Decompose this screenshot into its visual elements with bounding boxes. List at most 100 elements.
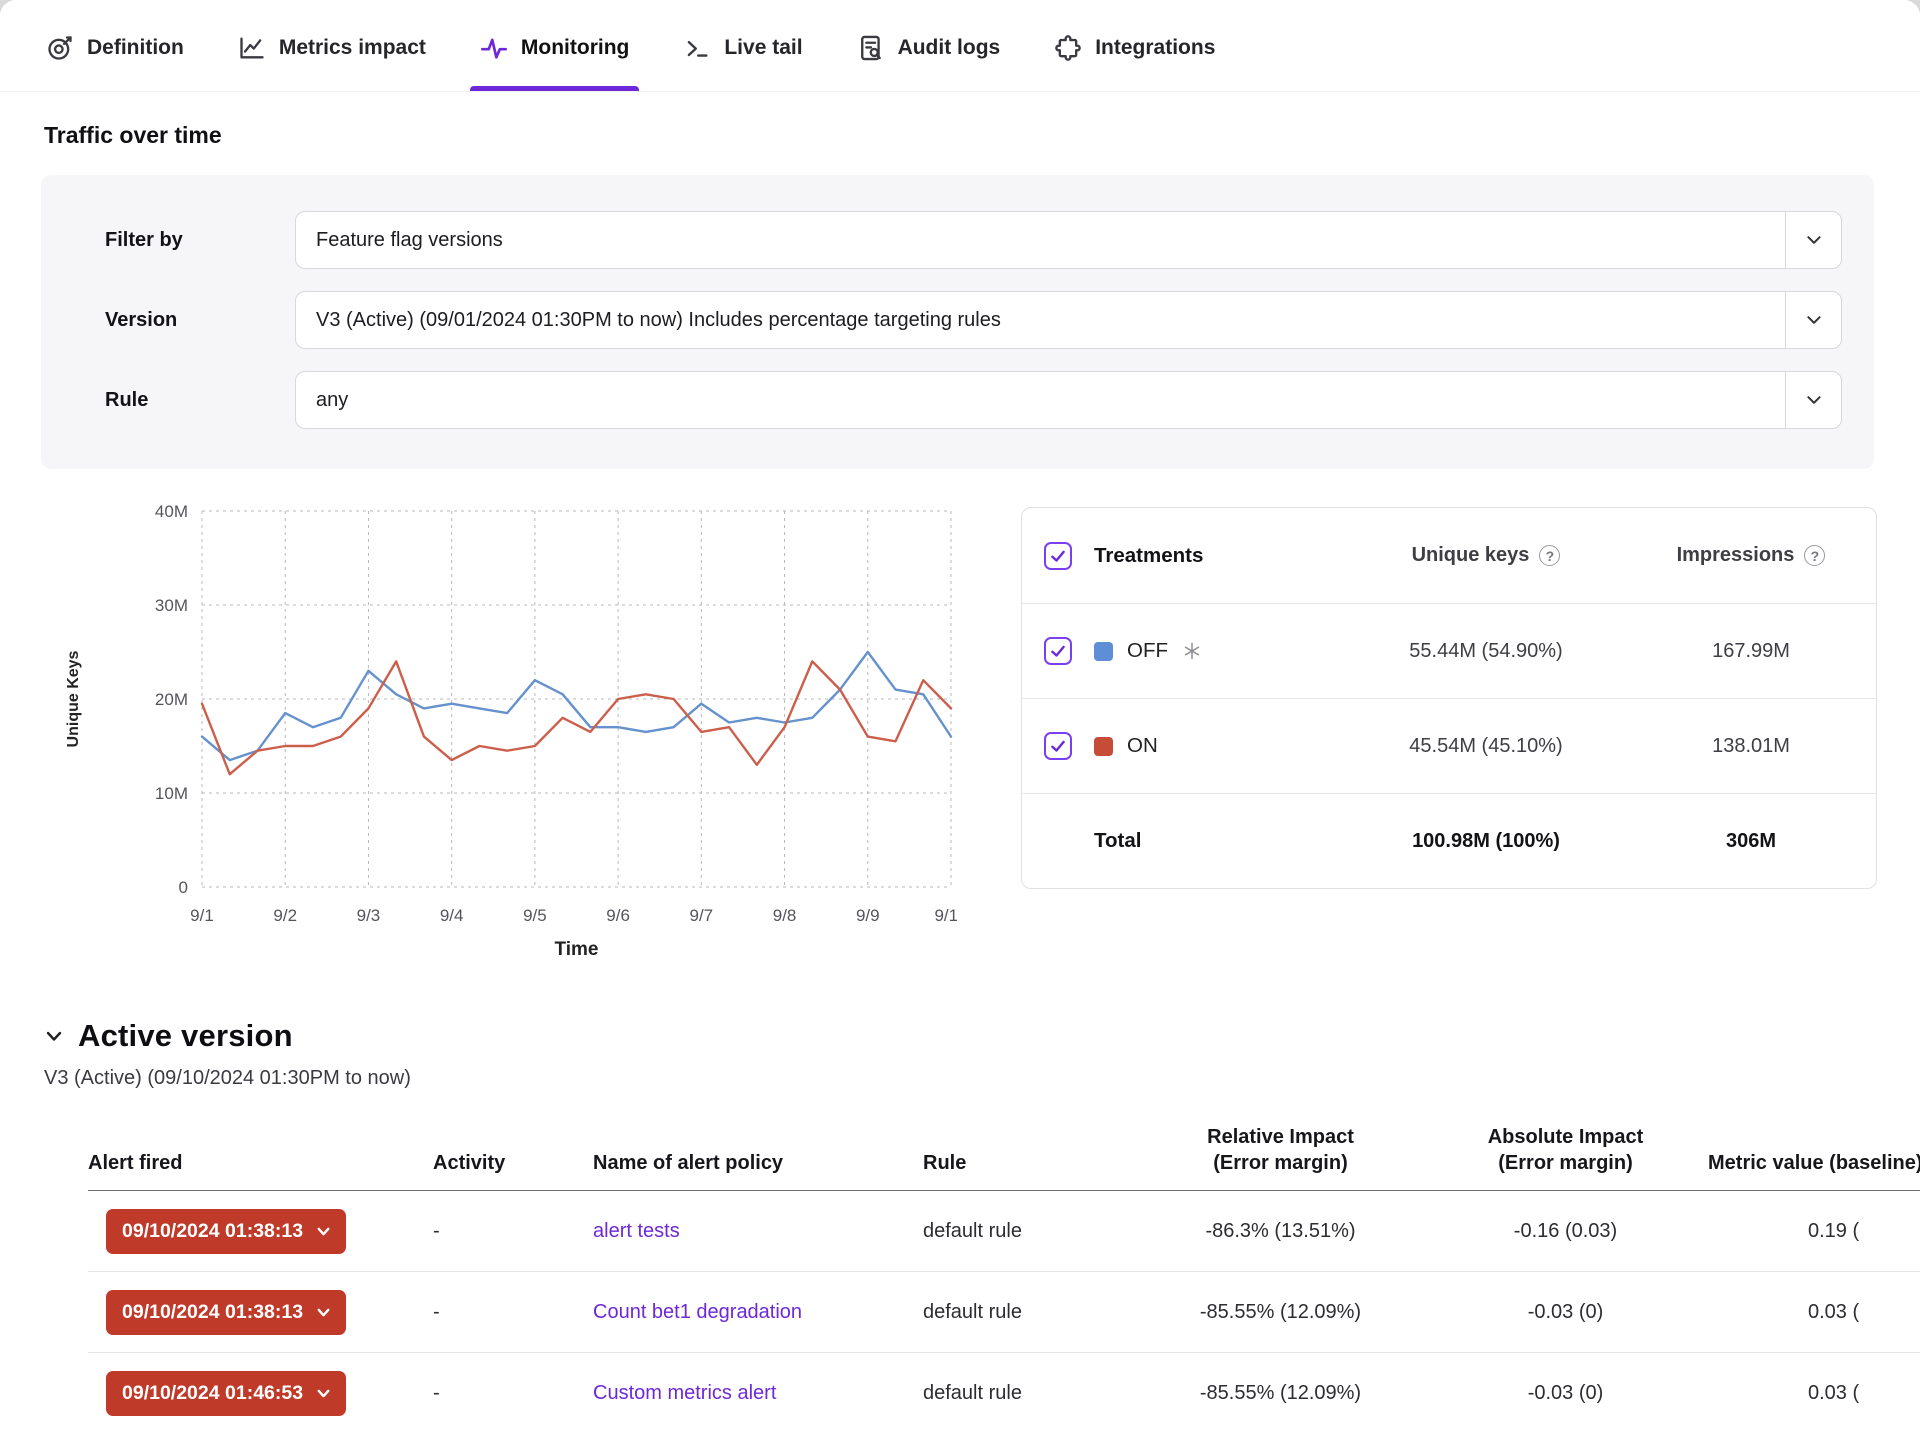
svg-text:9/3: 9/3 bbox=[357, 906, 381, 925]
alert-rule: default rule bbox=[923, 1301, 1138, 1324]
alert-rule: default rule bbox=[923, 1382, 1138, 1405]
unique-keys-header-label: Unique keys bbox=[1412, 544, 1530, 567]
tab-label: Metrics impact bbox=[279, 36, 426, 60]
definition-icon bbox=[46, 34, 74, 62]
rule-select[interactable]: any bbox=[295, 371, 1842, 429]
unique-keys-column-header: Unique keys ? bbox=[1346, 544, 1626, 567]
svg-text:9/8: 9/8 bbox=[773, 906, 797, 925]
tab-audit-logs[interactable]: Audit logs bbox=[857, 0, 1001, 91]
alerts-table: Alert fired Activity Name of alert polic… bbox=[88, 1124, 1920, 1431]
alert-metric-value: 0.19 ( bbox=[1708, 1220, 1920, 1243]
alert-row: 09/10/2024 01:46:53 - Custom metrics ale… bbox=[88, 1353, 1920, 1431]
chevron-down-icon bbox=[1785, 372, 1841, 428]
tab-integrations[interactable]: Integrations bbox=[1054, 0, 1215, 91]
alert-relative-impact: -85.55% (12.09%) bbox=[1138, 1382, 1423, 1405]
alert-activity: - bbox=[433, 1220, 593, 1243]
traffic-section: 9/19/29/39/49/59/69/79/89/99/10010M20M30… bbox=[52, 495, 1920, 970]
alerts-header-row: Alert fired Activity Name of alert polic… bbox=[88, 1124, 1920, 1191]
svg-text:9/1: 9/1 bbox=[190, 906, 214, 925]
monitoring-icon bbox=[480, 34, 508, 62]
chevron-down-icon bbox=[1785, 292, 1841, 348]
tab-metrics-impact[interactable]: Metrics impact bbox=[238, 0, 426, 91]
total-impressions-value: 306M bbox=[1626, 830, 1876, 853]
treatment-row-off: OFF 55.44M (54.90%) 167.99M bbox=[1022, 603, 1876, 698]
version-row: Version V3 (Active) (09/01/2024 01:30PM … bbox=[105, 291, 1842, 349]
filter-by-label: Filter by bbox=[105, 229, 295, 252]
chevron-down-icon bbox=[44, 1026, 64, 1046]
alert-absolute-impact: -0.03 (0) bbox=[1423, 1301, 1708, 1324]
column-header-rule: Rule bbox=[923, 1150, 1138, 1176]
impressions-column-header: Impressions ? bbox=[1626, 544, 1876, 567]
tab-label: Integrations bbox=[1095, 36, 1215, 60]
alert-policy-link[interactable]: alert tests bbox=[593, 1220, 680, 1242]
alert-fired-time: 09/10/2024 01:46:53 bbox=[122, 1382, 303, 1405]
on-series-swatch bbox=[1094, 737, 1113, 756]
chevron-down-icon bbox=[316, 1305, 331, 1320]
on-impressions-value: 138.01M bbox=[1626, 735, 1876, 758]
treatment-on-checkbox[interactable] bbox=[1044, 732, 1072, 760]
column-header-relative-impact: Relative Impact (Error margin) bbox=[1138, 1124, 1423, 1176]
alert-activity: - bbox=[433, 1301, 593, 1324]
alert-absolute-impact: -0.16 (0.03) bbox=[1423, 1220, 1708, 1243]
alert-fired-badge[interactable]: 09/10/2024 01:46:53 bbox=[106, 1371, 346, 1416]
alert-fired-badge[interactable]: 09/10/2024 01:38:13 bbox=[106, 1209, 346, 1254]
treatments-header-row: Treatments Unique keys ? Impressions ? bbox=[1022, 508, 1876, 603]
tab-label: Definition bbox=[87, 36, 184, 60]
svg-text:9/4: 9/4 bbox=[440, 906, 464, 925]
tab-live-tail[interactable]: Live tail bbox=[683, 0, 802, 91]
chevron-down-icon bbox=[1785, 212, 1841, 268]
off-unique-keys-value: 55.44M (54.90%) bbox=[1346, 640, 1626, 663]
version-label: Version bbox=[105, 309, 295, 332]
help-icon[interactable]: ? bbox=[1804, 545, 1825, 566]
filter-by-value: Feature flag versions bbox=[296, 229, 1785, 252]
version-select[interactable]: V3 (Active) (09/01/2024 01:30PM to now) … bbox=[295, 291, 1842, 349]
chevron-down-icon bbox=[316, 1224, 331, 1239]
alert-relative-impact: -85.55% (12.09%) bbox=[1138, 1301, 1423, 1324]
tab-label: Audit logs bbox=[898, 36, 1001, 60]
treatments-total-row: Total 100.98M (100%) 306M bbox=[1022, 793, 1876, 888]
svg-text:9/2: 9/2 bbox=[273, 906, 297, 925]
svg-text:9/6: 9/6 bbox=[606, 906, 630, 925]
on-unique-keys-value: 45.54M (45.10%) bbox=[1346, 735, 1626, 758]
audit-logs-icon bbox=[857, 34, 885, 62]
column-header-activity: Activity bbox=[433, 1150, 593, 1176]
filter-by-row: Filter by Feature flag versions bbox=[105, 211, 1842, 269]
svg-text:20M: 20M bbox=[155, 690, 188, 709]
version-value: V3 (Active) (09/01/2024 01:30PM to now) … bbox=[296, 309, 1785, 332]
alert-policy-link[interactable]: Custom metrics alert bbox=[593, 1382, 776, 1404]
treatments-column-header: Treatments bbox=[1094, 544, 1346, 568]
tab-definition[interactable]: Definition bbox=[46, 0, 184, 91]
svg-text:30M: 30M bbox=[155, 596, 188, 615]
filter-by-select[interactable]: Feature flag versions bbox=[295, 211, 1842, 269]
impressions-header-label: Impressions bbox=[1677, 544, 1795, 567]
active-version-toggle[interactable]: Active version bbox=[44, 1018, 1920, 1054]
svg-text:40M: 40M bbox=[155, 502, 188, 521]
active-version-subtitle: V3 (Active) (09/10/2024 01:30PM to now) bbox=[44, 1067, 1920, 1090]
traffic-line-chart: 9/19/29/39/49/59/69/79/89/99/10010M20M30… bbox=[52, 495, 957, 965]
treatment-row-on: ON 45.54M (45.10%) 138.01M bbox=[1022, 698, 1876, 793]
alert-rule: default rule bbox=[923, 1220, 1138, 1243]
treatments-table: Treatments Unique keys ? Impressions ? bbox=[1021, 507, 1877, 889]
svg-text:9/9: 9/9 bbox=[856, 906, 880, 925]
tab-label: Monitoring bbox=[521, 36, 629, 60]
snowflake-icon bbox=[1182, 641, 1202, 661]
chevron-down-icon bbox=[316, 1386, 331, 1401]
total-unique-keys-value: 100.98M (100%) bbox=[1346, 830, 1626, 853]
treatment-off-checkbox[interactable] bbox=[1044, 637, 1072, 665]
column-header-alert-fired: Alert fired bbox=[88, 1150, 433, 1176]
active-version-title: Active version bbox=[78, 1018, 293, 1054]
tab-label: Live tail bbox=[724, 36, 802, 60]
column-header-absolute-impact: Absolute Impact (Error margin) bbox=[1423, 1124, 1708, 1176]
column-header-metric-value: Metric value (baseline) bbox=[1708, 1150, 1920, 1176]
treatments-select-all-checkbox[interactable] bbox=[1044, 542, 1072, 570]
help-icon[interactable]: ? bbox=[1539, 545, 1560, 566]
svg-text:Unique Keys: Unique Keys bbox=[65, 650, 82, 747]
alert-fired-badge[interactable]: 09/10/2024 01:38:13 bbox=[106, 1290, 346, 1335]
column-header-policy: Name of alert policy bbox=[593, 1150, 923, 1176]
alert-metric-value: 0.03 ( bbox=[1708, 1382, 1920, 1405]
alert-policy-link[interactable]: Count bet1 degradation bbox=[593, 1301, 802, 1323]
off-series-swatch bbox=[1094, 642, 1113, 661]
alert-row: 09/10/2024 01:38:13 - alert tests defaul… bbox=[88, 1191, 1920, 1272]
tab-monitoring[interactable]: Monitoring bbox=[480, 0, 629, 91]
svg-text:10M: 10M bbox=[155, 784, 188, 803]
